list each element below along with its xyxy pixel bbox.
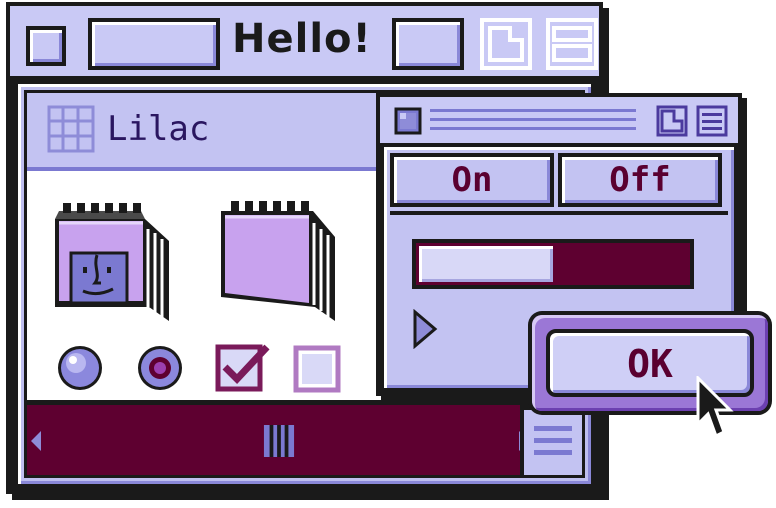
horizontal-scrollbar[interactable] (27, 400, 582, 475)
segment-off-button[interactable]: Off (558, 153, 722, 207)
arrow-cursor-icon (696, 376, 734, 439)
zoom-box-icon[interactable] (656, 105, 688, 137)
scroll-arrow-left-icon[interactable] (31, 431, 41, 451)
radio-button-selected[interactable] (135, 343, 185, 393)
ok-button-frame: OK (528, 311, 772, 415)
close-box-icon[interactable] (26, 26, 66, 66)
book-icon[interactable] (215, 197, 341, 323)
pane-title: Lilac (107, 109, 210, 149)
segment-on-button[interactable]: On (390, 153, 554, 207)
progress-bar-fill (419, 246, 553, 282)
progress-bar (412, 239, 694, 289)
disclosure-triangle-icon[interactable] (412, 309, 438, 349)
radio-button-unselected[interactable] (55, 343, 105, 393)
checkbox-checked[interactable] (215, 341, 273, 393)
checkbox-unchecked[interactable] (293, 345, 341, 393)
resize-grip-icon[interactable] (534, 424, 572, 458)
close-box-icon[interactable] (394, 107, 422, 135)
title-bar[interactable]: Hello! (10, 6, 599, 76)
finder-book-icon[interactable] (49, 197, 175, 323)
controls-title-bar[interactable] (380, 97, 738, 143)
zoom-box-icon[interactable] (480, 18, 532, 70)
resize-box[interactable] (520, 405, 582, 475)
collapse-box-icon[interactable] (546, 18, 598, 70)
title-bar-stripe-left (88, 18, 220, 70)
scroll-thumb[interactable] (263, 425, 295, 457)
collapse-box-icon[interactable] (696, 105, 728, 137)
window-title: Hello! (232, 16, 372, 62)
grid-view-icon[interactable] (47, 105, 95, 153)
title-bar-stripe-right (392, 18, 464, 70)
title-bar-stripes (430, 109, 636, 130)
